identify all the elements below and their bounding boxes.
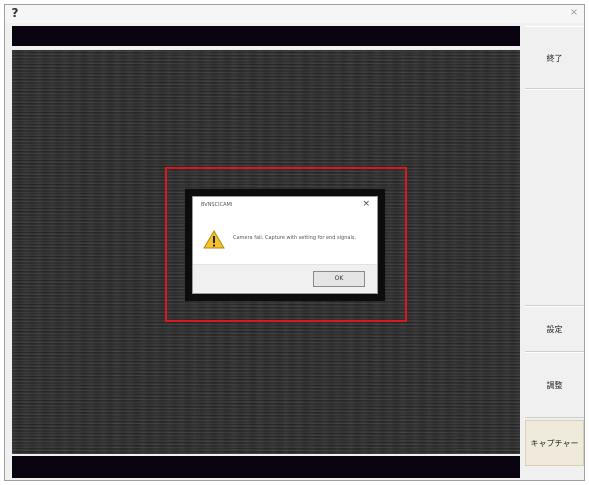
dialog-frame: BVNSCICAMI × Camera fail. Capture with s… xyxy=(185,189,385,301)
ok-button[interactable]: OK xyxy=(313,271,365,287)
warning-icon xyxy=(203,230,225,249)
app-window: ? × BVNSCICAMI × Camera fail. Capture wi… xyxy=(4,4,585,481)
dialog-close-icon[interactable]: × xyxy=(362,199,370,209)
camera-preview: BVNSCICAMI × Camera fail. Capture with s… xyxy=(12,50,520,454)
side-panel: 終了 設定 調整 キャプチャー xyxy=(525,26,584,478)
settings-button[interactable]: 設定 xyxy=(525,306,584,352)
dialog-title: BVNSCICAMI xyxy=(201,202,233,208)
close-icon[interactable]: × xyxy=(568,7,580,19)
error-dialog: BVNSCICAMI × Camera fail. Capture with s… xyxy=(192,196,378,294)
video-top-bar xyxy=(12,26,520,46)
video-bottom-bar xyxy=(12,456,520,478)
side-panel-spacer xyxy=(525,89,584,306)
dialog-footer: OK xyxy=(193,264,377,293)
highlight-box: BVNSCICAMI × Camera fail. Capture with s… xyxy=(165,167,407,322)
help-icon[interactable]: ? xyxy=(9,6,21,20)
dialog-message: Camera fail. Capture with setting for en… xyxy=(233,235,357,241)
adjust-button[interactable]: 調整 xyxy=(525,352,584,418)
exit-button[interactable]: 終了 xyxy=(525,26,584,89)
capture-button[interactable]: キャプチャー xyxy=(525,420,584,466)
title-bar: ? × xyxy=(5,5,584,23)
